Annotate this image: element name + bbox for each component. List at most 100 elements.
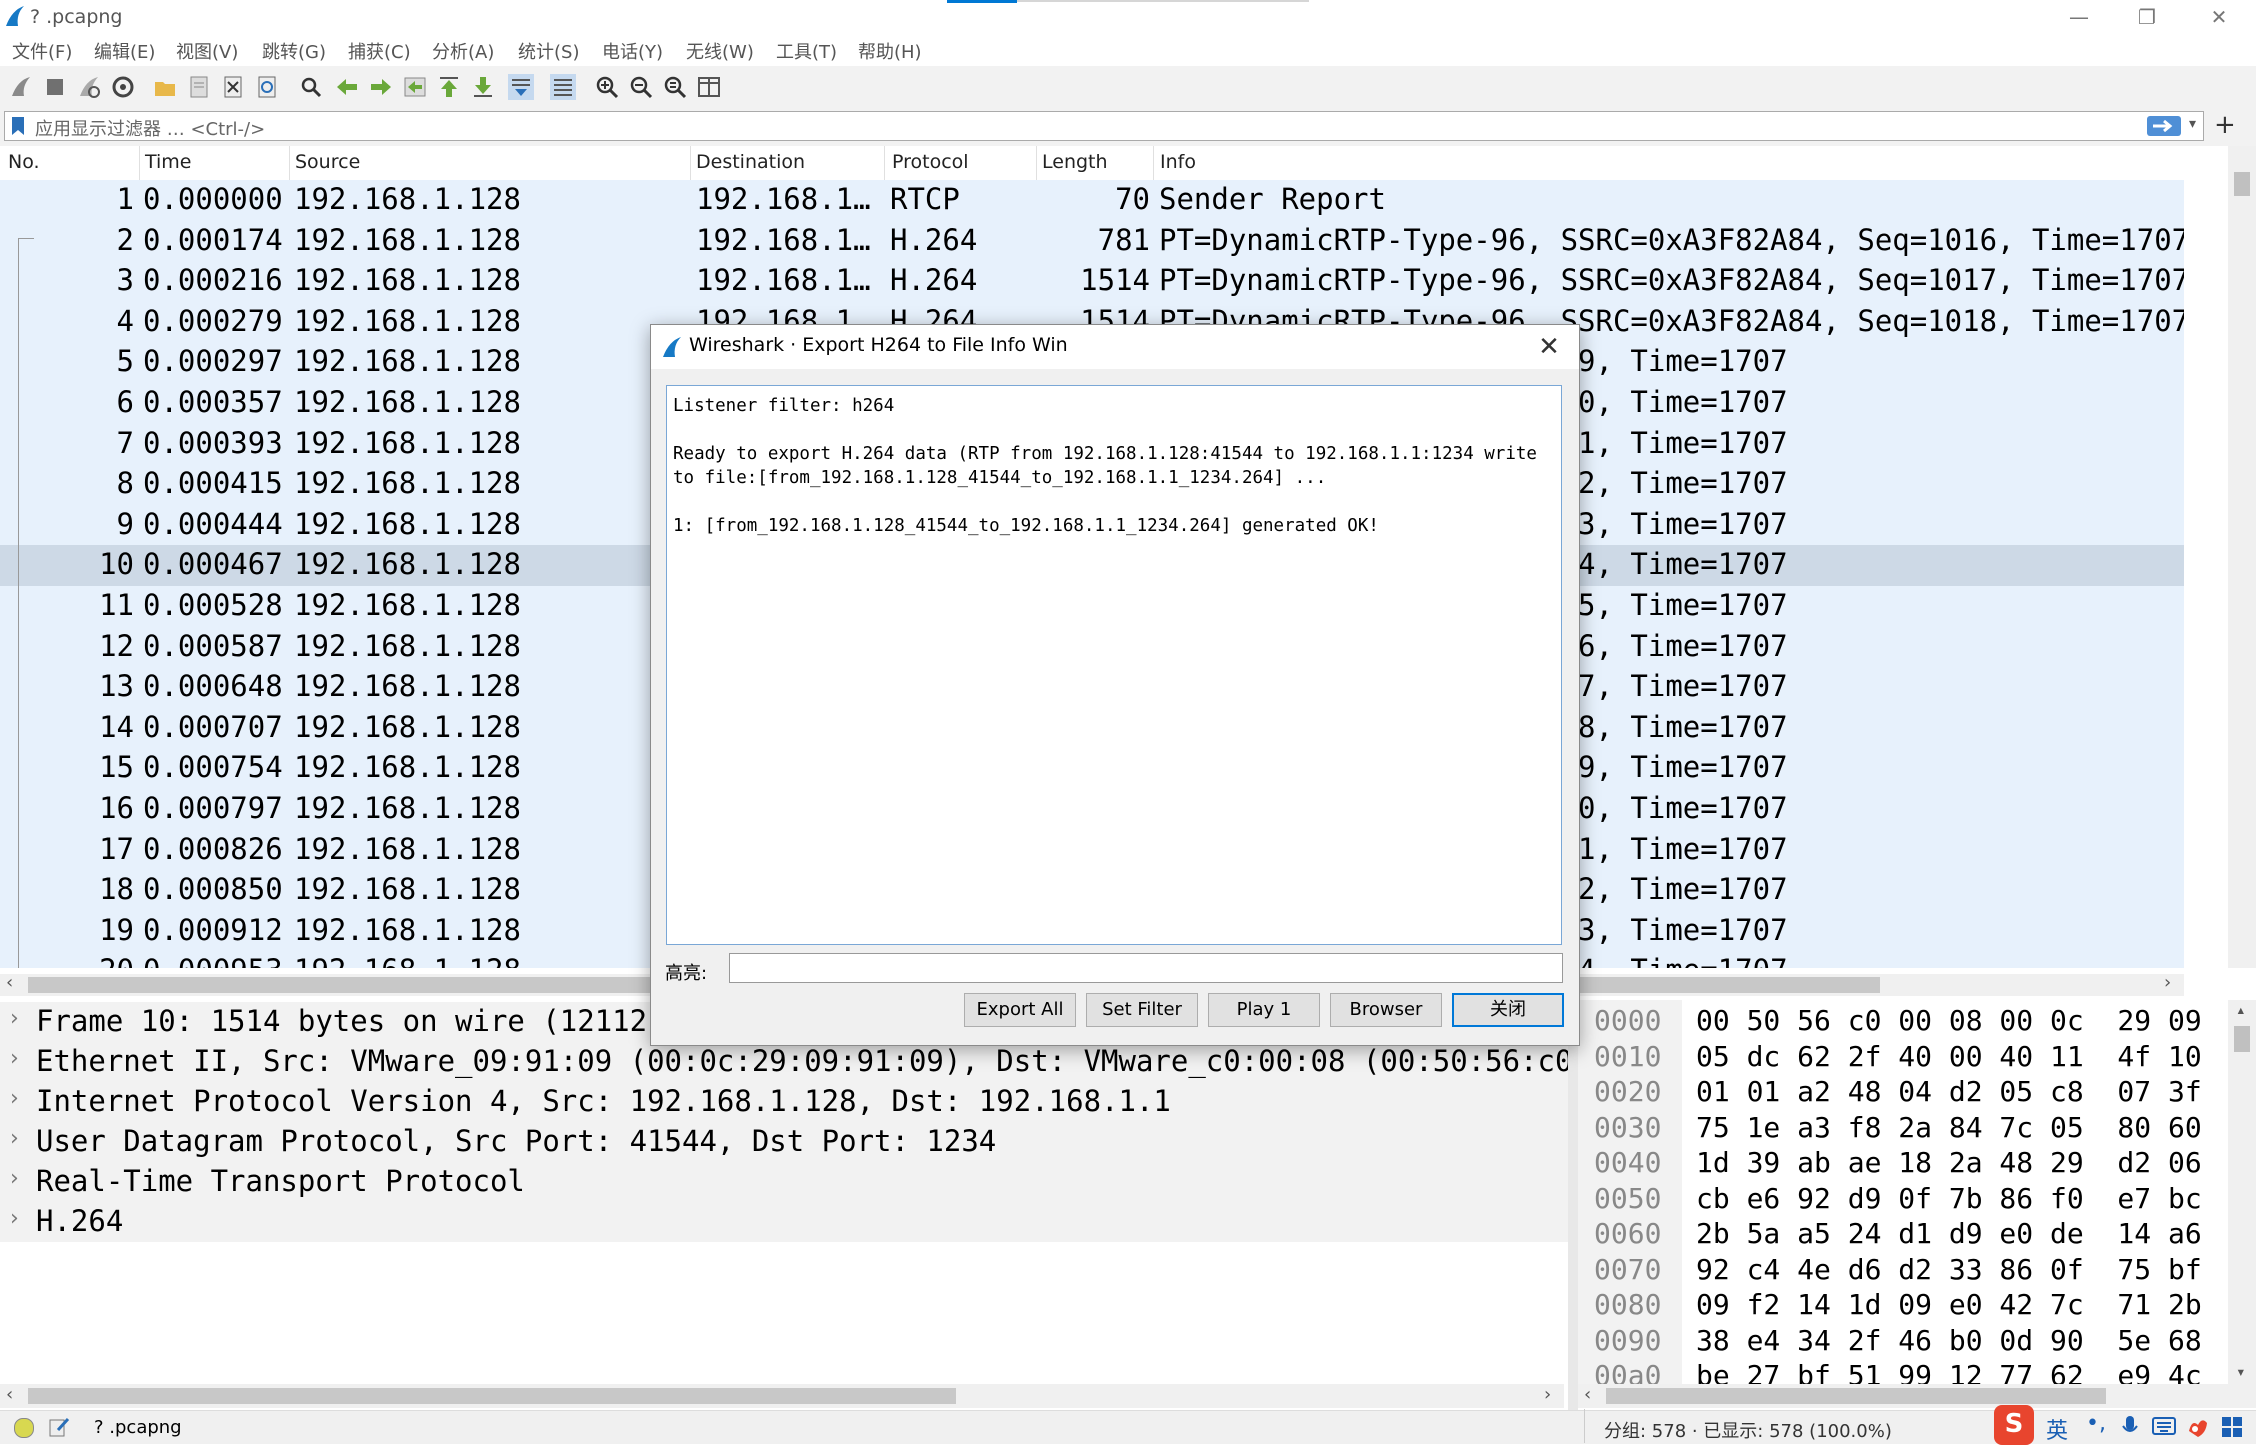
scroll-left-icon[interactable]: ‹: [1584, 1384, 1591, 1405]
minimize-button[interactable]: —: [2046, 0, 2112, 34]
scrollbar-thumb[interactable]: [2234, 172, 2250, 196]
auto-scroll-icon[interactable]: [508, 74, 534, 100]
go-last-packet-icon[interactable]: [470, 74, 496, 100]
open-file-icon[interactable]: [152, 74, 178, 100]
detail-rtp[interactable]: › Real-Time Transport Protocol: [0, 1162, 1568, 1202]
bytes-vscrollbar[interactable]: ▴ ▾: [2228, 1000, 2256, 1388]
hex-bytes: 00 50 56 c0 00 08 00 0c 29 09: [1696, 1004, 2202, 1037]
scroll-left-icon[interactable]: ‹: [6, 972, 13, 993]
colorize-icon[interactable]: [550, 74, 576, 100]
column-header-info[interactable]: Info: [1160, 151, 1196, 173]
export-all-button[interactable]: Export All: [964, 993, 1076, 1027]
dialog-close-icon[interactable]: ✕: [1531, 329, 1567, 365]
column-header-length[interactable]: Length: [1042, 151, 1108, 173]
column-header-protocol[interactable]: Protocol: [892, 151, 969, 173]
resize-columns-icon[interactable]: [696, 74, 722, 100]
display-filter-input[interactable]: 应用显示过滤器 … <Ctrl-/> ▾: [4, 111, 2204, 141]
ime-language-label[interactable]: 英: [2046, 1413, 2068, 1445]
scroll-right-icon[interactable]: ›: [2164, 972, 2171, 993]
normal-size-icon[interactable]: [662, 74, 688, 100]
scroll-right-icon[interactable]: ›: [1544, 1384, 1551, 1405]
go-back-icon[interactable]: [334, 74, 360, 100]
restore-button[interactable]: ❐: [2114, 0, 2180, 34]
packet-row[interactable]: 3 0.000216 192.168.1.128 192.168.1.1 H.264 15…: [0, 261, 2184, 302]
save-file-icon[interactable]: [186, 74, 212, 100]
packet-row[interactable]: 2 0.000174 192.168.1.128 192.168.1.1 H.264 78…: [0, 220, 2184, 262]
start-capture-icon[interactable]: [8, 74, 34, 100]
menu-analyze[interactable]: 分析(A): [432, 38, 494, 64]
close-file-icon[interactable]: [220, 74, 246, 100]
hscroll-thumb[interactable]: [28, 1388, 956, 1404]
detail-ethernet[interactable]: › Ethernet II, Src: VMware_09:91:09 (00:0…: [0, 1042, 1568, 1082]
expert-info-icon[interactable]: [14, 1418, 34, 1438]
packet-row[interactable]: 1 0.000000 192.168.1.128 192.168.1.1 RTCP 70 S…: [0, 180, 2184, 221]
dialog-title: Wireshark · Export H264 to File Info Win: [689, 334, 1068, 356]
dialog-close-button[interactable]: 关闭: [1452, 993, 1564, 1027]
expand-arrow-icon[interactable]: ›: [10, 1126, 19, 1151]
reload-file-icon[interactable]: [254, 74, 280, 100]
bookmark-icon[interactable]: [11, 116, 25, 136]
stop-capture-icon[interactable]: [42, 74, 68, 100]
capture-options-icon[interactable]: [110, 74, 136, 100]
packet-source: 192.168.1.128: [294, 953, 521, 968]
packet-no: 7: [116, 425, 134, 460]
go-first-packet-icon[interactable]: [436, 74, 462, 100]
menu-wireless[interactable]: 无线(W): [686, 38, 754, 64]
packet-destination: 192.168.1.1: [696, 182, 874, 216]
restart-capture-icon[interactable]: [76, 74, 102, 100]
keyboard-icon[interactable]: [2152, 1415, 2176, 1437]
menu-statistics[interactable]: 统计(S): [518, 38, 579, 64]
capture-comment-icon[interactable]: [48, 1416, 70, 1438]
microphone-icon[interactable]: [2120, 1414, 2140, 1440]
column-header-no[interactable]: No.: [8, 151, 40, 173]
ime-punctuation-icon[interactable]: •,: [2086, 1411, 2106, 1436]
expand-arrow-icon[interactable]: ›: [10, 1046, 19, 1071]
details-hscrollbar[interactable]: ‹ ›: [0, 1384, 1564, 1408]
detail-ipv4[interactable]: › Internet Protocol Version 4, Src: 192.1…: [0, 1082, 1568, 1122]
play-button[interactable]: Play 1: [1208, 993, 1320, 1027]
packet-no: 11: [99, 587, 134, 622]
add-filter-button[interactable]: +: [2214, 110, 2236, 140]
scroll-down-icon[interactable]: ▾: [2236, 1362, 2246, 1381]
bytes-hscrollbar[interactable]: ‹: [1578, 1384, 2256, 1408]
scroll-left-icon[interactable]: ‹: [6, 1384, 13, 1405]
menu-capture[interactable]: 捕获(C): [348, 38, 411, 64]
zoom-in-icon[interactable]: [594, 74, 620, 100]
menu-go[interactable]: 跳转(G): [262, 38, 326, 64]
expand-arrow-icon[interactable]: ›: [10, 1166, 19, 1191]
expand-arrow-icon[interactable]: ›: [10, 1006, 19, 1031]
toolbox-icon[interactable]: [2220, 1415, 2244, 1439]
column-header-time[interactable]: Time: [145, 151, 192, 173]
detail-udp[interactable]: › User Datagram Protocol, Src Port: 41544…: [0, 1122, 1568, 1162]
menu-tools[interactable]: 工具(T): [776, 38, 837, 64]
menu-bar: 文件(F) 编辑(E) 视图(V) 跳转(G) 捕获(C) 分析(A) 统计(S…: [0, 34, 2256, 66]
menu-edit[interactable]: 编辑(E): [94, 38, 155, 64]
scrollbar-thumb[interactable]: [2234, 1026, 2250, 1052]
filter-history-dropdown-icon[interactable]: ▾: [2189, 116, 2196, 132]
find-packet-icon[interactable]: [298, 74, 324, 100]
expand-arrow-icon[interactable]: ›: [10, 1206, 19, 1231]
close-window-button[interactable]: ✕: [2186, 0, 2252, 34]
packet-list-scrollbar[interactable]: [2228, 146, 2256, 968]
menu-file[interactable]: 文件(F): [12, 38, 72, 64]
column-header-source[interactable]: Source: [295, 151, 360, 173]
hscroll-thumb[interactable]: [1606, 1388, 2106, 1404]
set-filter-button[interactable]: Set Filter: [1086, 993, 1198, 1027]
ime-logo-icon[interactable]: S: [1994, 1405, 2034, 1445]
menu-help[interactable]: 帮助(H): [858, 38, 922, 64]
menu-view[interactable]: 视图(V): [176, 38, 238, 64]
column-header-destination[interactable]: Destination: [696, 151, 805, 173]
scroll-up-icon[interactable]: ▴: [2236, 1000, 2246, 1019]
apply-filter-arrow-icon[interactable]: [2147, 116, 2181, 136]
browser-button[interactable]: Browser: [1330, 993, 1442, 1027]
go-forward-icon[interactable]: [368, 74, 394, 100]
pane-splitter[interactable]: [1568, 1000, 1578, 1410]
go-to-packet-icon[interactable]: [402, 74, 428, 100]
menu-telephony[interactable]: 电话(Y): [602, 38, 663, 64]
highlight-input[interactable]: [729, 953, 1563, 983]
detail-h264[interactable]: › H.264: [0, 1202, 1568, 1242]
expand-arrow-icon[interactable]: ›: [10, 1086, 19, 1111]
export-log-text[interactable]: Listener filter: h264 Ready to export H.…: [666, 385, 1562, 945]
skin-icon[interactable]: [2186, 1415, 2210, 1439]
zoom-out-icon[interactable]: [628, 74, 654, 100]
